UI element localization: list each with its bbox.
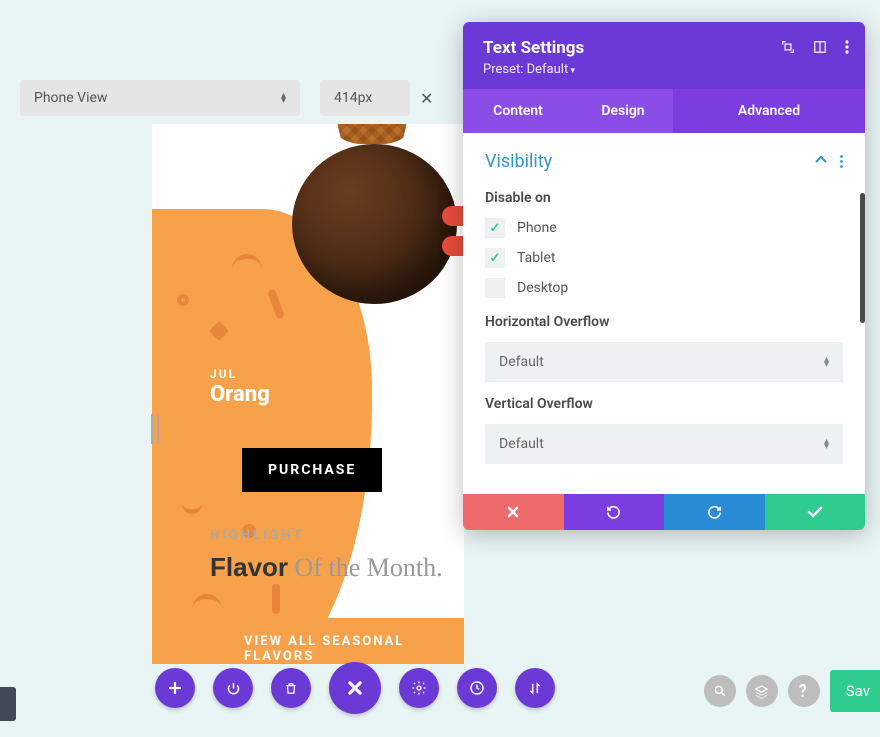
left-rail-toggle[interactable] [0, 687, 16, 721]
tab-design[interactable]: Design [573, 89, 673, 133]
bottom-right-actions: Sav [704, 670, 880, 712]
section-dots-icon[interactable] [840, 155, 843, 168]
disable-desktop-checkbox[interactable] [485, 278, 505, 298]
disable-desktop-row: Desktop [485, 278, 843, 298]
close-builder-button[interactable] [329, 662, 381, 714]
confirm-button[interactable] [765, 494, 866, 530]
resize-handle-icon[interactable] [151, 414, 159, 444]
clear-width-icon[interactable]: ✕ [420, 89, 433, 108]
v-overflow-value: Default [499, 436, 544, 452]
panel-tabs: Content Design Advanced [463, 89, 865, 133]
h-overflow-label: Horizontal Overflow [485, 314, 843, 330]
hero-image [252, 124, 462, 334]
tab-content[interactable]: Content [463, 89, 573, 133]
chevron-updown-icon: ▴▾ [824, 439, 829, 449]
panel-body: Visibility Disable on ✓ Phone ✓ Tablet D… [463, 133, 865, 494]
preview-width-input[interactable]: 414px [320, 80, 410, 116]
chevron-up-icon[interactable] [814, 155, 828, 168]
disable-desktop-label: Desktop [517, 280, 568, 296]
doodle-icon [177, 294, 189, 306]
flavor-heading: Flavor Of the Month. [210, 552, 443, 583]
chevron-updown-icon: ▴▾ [281, 93, 286, 103]
disable-tablet-checkbox[interactable]: ✓ [485, 248, 505, 268]
panel-scrollbar[interactable] [860, 193, 865, 323]
hero-tag: JUL [210, 367, 237, 381]
preview-canvas: JUL Orang PURCHASE HIGHLIGHT Flavor Of t… [152, 124, 464, 664]
cancel-button[interactable] [463, 494, 564, 530]
scoop-icon [292, 144, 457, 304]
purchase-button[interactable]: PURCHASE [242, 448, 382, 492]
expand-icon[interactable] [781, 40, 795, 54]
builder-actions [155, 662, 555, 714]
section-visibility-header[interactable]: Visibility [485, 151, 843, 172]
preview-width-value: 414px [334, 90, 372, 106]
preset-dropdown[interactable]: Preset: Default [483, 62, 845, 77]
view-all-button[interactable]: VIEW ALL SEASONAL FLAVORS [220, 618, 464, 664]
h-overflow-select[interactable]: Default ▴▾ [485, 342, 843, 382]
doodle-icon [272, 584, 280, 614]
chevron-updown-icon: ▴▾ [824, 357, 829, 367]
flavor-bold: Flavor [210, 552, 288, 582]
disable-tablet-row: ✓ Tablet [485, 248, 843, 268]
section-title: Visibility [485, 151, 552, 172]
undo-button[interactable] [564, 494, 665, 530]
power-button[interactable] [213, 668, 253, 708]
help-button[interactable] [788, 675, 820, 707]
hero-heading: Orang [210, 382, 270, 407]
disable-phone-row: ✓ Phone [485, 218, 843, 238]
highlight-label: HIGHLIGHT [210, 528, 305, 543]
v-overflow-select[interactable]: Default ▴▾ [485, 424, 843, 464]
cone-icon [322, 124, 422, 144]
disable-tablet-label: Tablet [517, 250, 555, 266]
panel-footer [463, 494, 865, 530]
search-button[interactable] [704, 675, 736, 707]
settings-button[interactable] [399, 668, 439, 708]
flavor-rest: Of the Month. [288, 553, 443, 582]
columns-icon[interactable] [813, 40, 827, 54]
tab-advanced[interactable]: Advanced [673, 89, 865, 133]
view-mode-value: Phone View [34, 90, 107, 106]
disable-phone-label: Phone [517, 220, 557, 236]
disable-phone-checkbox[interactable]: ✓ [485, 218, 505, 238]
save-button[interactable]: Sav [830, 670, 880, 712]
history-button[interactable] [457, 668, 497, 708]
add-button[interactable] [155, 668, 195, 708]
trash-button[interactable] [271, 668, 311, 708]
redo-button[interactable] [664, 494, 765, 530]
panel-header[interactable]: Text Settings Preset: Default [463, 22, 865, 89]
v-overflow-label: Vertical Overflow [485, 396, 843, 412]
settings-panel: Text Settings Preset: Default Content De… [463, 22, 865, 530]
layers-button[interactable] [746, 675, 778, 707]
disable-on-label: Disable on [485, 190, 843, 206]
sort-button[interactable] [515, 668, 555, 708]
view-mode-select[interactable]: Phone View ▴▾ [20, 80, 300, 116]
dots-icon[interactable] [845, 40, 849, 54]
h-overflow-value: Default [499, 354, 544, 370]
